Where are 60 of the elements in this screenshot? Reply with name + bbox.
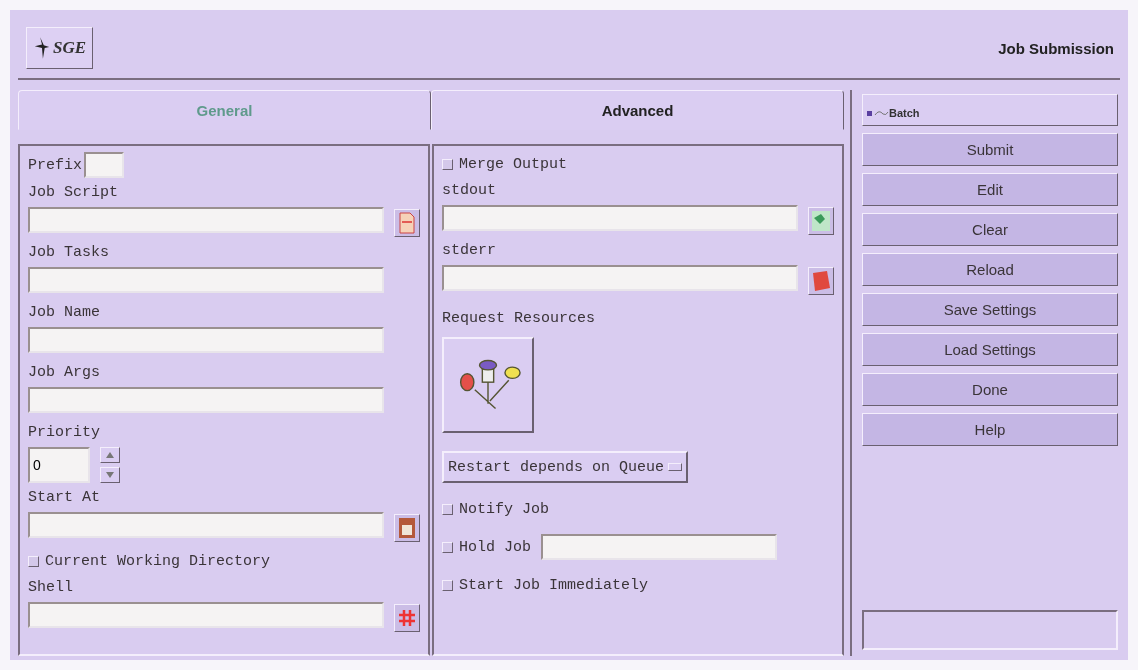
checkbox-label: Start Job Immediately xyxy=(459,576,649,594)
file-browse-button[interactable] xyxy=(394,208,420,237)
checkbox[interactable] xyxy=(442,541,453,553)
action-button[interactable]: Edit xyxy=(862,173,1118,206)
text-field[interactable] xyxy=(442,265,798,291)
text-field[interactable] xyxy=(442,205,798,231)
field-label: Job Args xyxy=(28,364,101,381)
checkbox[interactable] xyxy=(442,503,453,515)
checkbox-label: Hold Job xyxy=(459,538,531,556)
batch-icon xyxy=(867,109,889,119)
action-button[interactable]: Load Settings xyxy=(862,333,1118,366)
section-label: Request Resources xyxy=(442,310,597,327)
action-button[interactable]: Submit xyxy=(862,133,1118,166)
output-browse-button[interactable] xyxy=(808,206,834,235)
text-field[interactable] xyxy=(28,267,384,293)
calendar-icon xyxy=(398,516,416,539)
logo-button[interactable]: SGE xyxy=(26,27,94,69)
text-field[interactable] xyxy=(28,207,384,233)
checkbox-label: Notify Job xyxy=(459,500,549,518)
shell-button[interactable] xyxy=(394,603,420,632)
hold-job-field[interactable] xyxy=(541,534,777,560)
checkbox[interactable] xyxy=(442,158,453,170)
action-button[interactable]: Done xyxy=(862,373,1118,406)
spin-down-button[interactable] xyxy=(100,467,120,483)
field-label: stdout xyxy=(442,182,497,199)
document-icon xyxy=(398,211,416,234)
action-button[interactable]: Clear xyxy=(862,213,1118,246)
batch-toggle-button[interactable]: Batch xyxy=(862,94,1118,126)
field-label: Job Tasks xyxy=(28,244,110,261)
restart-option-menu[interactable]: Restart depends on Queue xyxy=(442,451,689,483)
spin-up-button[interactable] xyxy=(100,447,120,463)
field-label: Shell xyxy=(28,579,74,596)
action-button[interactable]: Save Settings xyxy=(862,293,1118,326)
field-label: Job Name xyxy=(28,304,101,321)
text-field[interactable] xyxy=(28,327,384,353)
request-resources-button[interactable] xyxy=(442,337,534,433)
action-button[interactable]: Help xyxy=(862,413,1118,446)
menu-indicator-icon xyxy=(668,463,683,471)
field-label: Priority xyxy=(28,424,101,441)
action-button[interactable]: Reload xyxy=(862,253,1118,286)
up-arrow-icon xyxy=(105,451,115,459)
checkbox-label: Merge Output xyxy=(459,155,568,173)
prefix-field[interactable] xyxy=(84,152,124,178)
field-label: stderr xyxy=(442,242,497,259)
window-title: Job Submission xyxy=(998,39,1114,57)
field-label: Start At xyxy=(28,489,101,506)
checkbox-label: Current Working Directory xyxy=(45,552,271,570)
checkbox[interactable] xyxy=(28,555,39,567)
checkbox[interactable] xyxy=(442,579,453,591)
text-field[interactable] xyxy=(28,387,384,413)
date-picker-button[interactable] xyxy=(394,513,420,542)
down-arrow-icon xyxy=(105,471,115,479)
hash-icon xyxy=(397,607,417,628)
tab[interactable]: Advanced xyxy=(431,90,844,130)
error-browse-button[interactable] xyxy=(808,266,834,295)
text-field[interactable] xyxy=(28,512,384,538)
text-field[interactable] xyxy=(28,602,384,628)
field-label: Job Script xyxy=(28,184,119,201)
priority-field[interactable]: 0 xyxy=(28,447,90,483)
field-label: Prefix xyxy=(28,156,82,174)
